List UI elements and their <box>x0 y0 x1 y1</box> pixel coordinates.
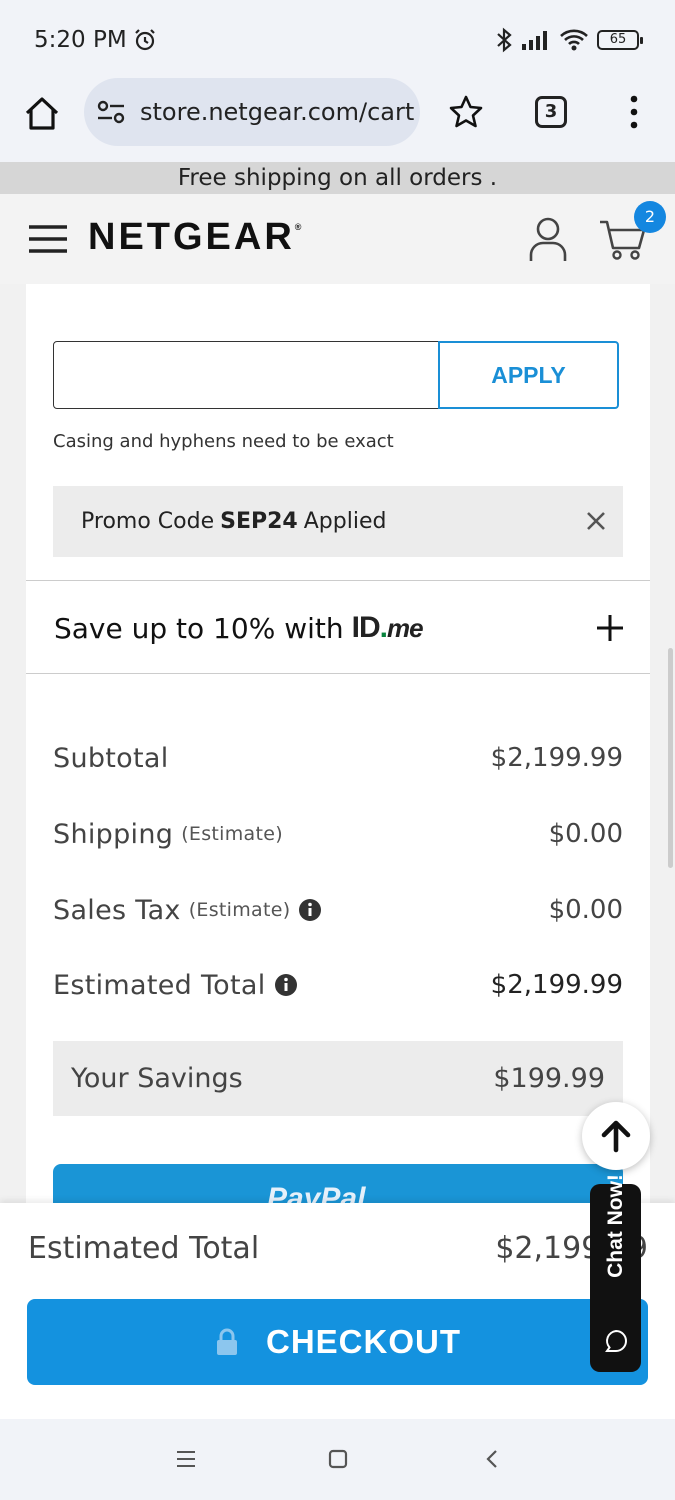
shipping-label: Shipping <box>53 818 174 850</box>
promo-banner: Free shipping on all orders . <box>0 162 675 194</box>
subtotal-row: Subtotal $2,199.99 <box>53 738 623 778</box>
site-header: NETGEAR® <box>0 194 675 284</box>
subtotal-value: $2,199.99 <box>490 743 623 773</box>
wifi-icon <box>560 29 588 51</box>
idme-text: Save up to 10% with <box>54 611 344 645</box>
tax-label: Sales Tax <box>53 894 181 926</box>
divider <box>26 673 650 674</box>
sales-tax-row: Sales Tax (Estimate) $0.00 <box>53 890 623 930</box>
address-bar[interactable]: store.netgear.com/cart <box>84 78 420 146</box>
chat-now-label: Chat Now! <box>604 1174 627 1278</box>
cart-summary-card: APPLY Casing and hyphens need to be exac… <box>26 284 650 1224</box>
info-icon[interactable] <box>298 898 322 922</box>
subtotal-label: Subtotal <box>53 742 169 774</box>
savings-label: Your Savings <box>71 1063 243 1094</box>
estimated-total-row: Estimated Total $2,199.99 <box>53 965 623 1005</box>
system-nav-bar <box>0 1419 675 1500</box>
promo-code-input[interactable] <box>53 341 439 409</box>
total-value: $2,199.99 <box>490 970 623 1000</box>
checkout-label: CHECKOUT <box>266 1323 461 1360</box>
status-time: 5:20 PM <box>34 27 157 53</box>
netgear-logo[interactable]: NETGEAR® <box>88 216 301 259</box>
tax-note: (Estimate) <box>188 899 291 921</box>
logo-text: NETGEAR <box>88 216 295 258</box>
idme-discount-toggle[interactable]: Save up to 10% with ID.me <box>54 608 624 648</box>
sticky-total-row: Estimated Total $2,199.99 <box>28 1231 648 1266</box>
info-icon[interactable] <box>274 973 298 997</box>
applied-prefix: Promo Code <box>81 509 215 534</box>
sticky-checkout-bar: Estimated Total $2,199.99 CHECKOUT <box>0 1203 675 1419</box>
status-time-text: 5:20 PM <box>34 27 127 53</box>
back-icon[interactable] <box>481 1447 505 1471</box>
applied-code: SEP24 <box>220 509 298 534</box>
alarm-icon <box>134 29 155 51</box>
status-icons: 65 <box>495 27 643 53</box>
site-settings-icon[interactable] <box>96 99 126 125</box>
more-options-icon[interactable] <box>624 94 644 130</box>
url-text: store.netgear.com/cart <box>140 98 415 126</box>
applied-suffix: Applied <box>303 509 387 534</box>
promo-hint: Casing and hyphens need to be exact <box>53 431 394 452</box>
total-label: Estimated Total <box>53 969 266 1001</box>
tax-label-group: Sales Tax (Estimate) <box>53 895 322 926</box>
tax-value: $0.00 <box>548 895 623 925</box>
lock-icon <box>217 1328 237 1355</box>
hamburger-menu-icon[interactable] <box>28 224 68 254</box>
cart-count-badge: 2 <box>634 201 666 233</box>
signal-icon <box>522 31 547 50</box>
tab-switcher-button[interactable]: 3 <box>535 96 567 128</box>
apply-button[interactable]: APPLY <box>438 341 619 409</box>
shipping-row: Shipping (Estimate) $0.00 <box>53 814 623 854</box>
recent-apps-icon[interactable] <box>174 1447 198 1471</box>
shipping-note: (Estimate) <box>181 823 283 845</box>
shipping-label-group: Shipping (Estimate) <box>53 819 283 850</box>
divider <box>26 580 650 581</box>
shipping-value: $0.00 <box>548 819 623 849</box>
savings-row: Your Savings $199.99 <box>53 1041 623 1116</box>
scrollbar[interactable] <box>668 648 673 868</box>
home-icon[interactable] <box>22 94 62 134</box>
savings-value: $199.99 <box>493 1063 605 1094</box>
bluetooth-icon <box>497 27 512 53</box>
plus-icon[interactable] <box>596 614 624 642</box>
browser-toolbar: store.netgear.com/cart 3 <box>0 78 675 162</box>
idme-logo-dot: . <box>379 611 388 644</box>
sticky-total-label: Estimated Total <box>28 1231 260 1266</box>
chat-now-button[interactable]: Chat Now! <box>590 1174 641 1372</box>
chat-bubble-icon <box>605 1329 627 1352</box>
checkout-button[interactable]: CHECKOUT <box>27 1299 648 1385</box>
bookmark-star-icon[interactable] <box>448 94 484 130</box>
idme-logo-me: me <box>386 613 424 643</box>
battery-icon: 65 <box>597 30 643 50</box>
remove-promo-close-icon[interactable] <box>585 510 607 532</box>
idme-logo-id: ID <box>351 611 381 644</box>
home-nav-icon[interactable] <box>326 1447 350 1471</box>
account-icon[interactable] <box>528 216 568 262</box>
idme-logo: ID.me <box>351 611 424 645</box>
total-label-group: Estimated Total <box>53 970 298 1001</box>
status-bar: 5:20 PM 65 <box>0 0 675 82</box>
applied-promo-banner: Promo Code SEP24 Applied <box>53 486 623 557</box>
